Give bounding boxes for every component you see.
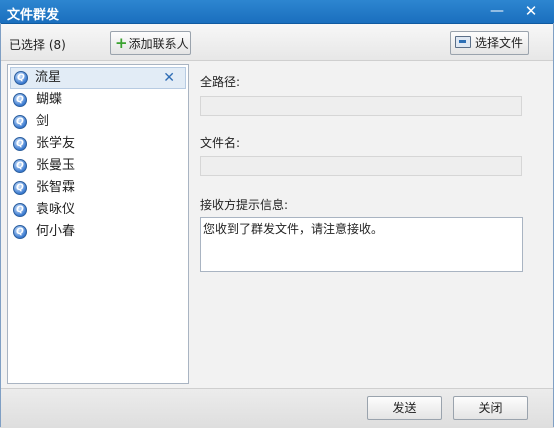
close-window-button[interactable]: ✕ (516, 0, 546, 22)
window-title: 文件群发 (7, 8, 60, 23)
receiver-hint-label: 接收方提示信息: (200, 198, 289, 212)
footer: 发送 关闭 (0, 388, 554, 428)
contact-name: 张智霖 (36, 180, 76, 195)
contact-name: 张学友 (36, 136, 76, 151)
send-button[interactable]: 发送 (367, 396, 442, 420)
add-contact-label: 添加联系人 (128, 37, 189, 51)
file-name-label: 文件名: (200, 136, 241, 150)
minimize-button[interactable]: — (482, 0, 512, 22)
qq-icon: Q (13, 181, 27, 195)
list-item[interactable]: Q 张学友 (8, 133, 188, 155)
receiver-hint-textarea[interactable]: 您收到了群发文件，请注意接收。 (200, 217, 523, 272)
qq-icon: Q (13, 203, 27, 217)
qq-icon: Q (13, 159, 27, 173)
list-item[interactable]: Q 袁咏仪 (8, 199, 188, 221)
contact-name: 蝴蝶 (36, 92, 63, 107)
qq-icon: Q (13, 137, 27, 151)
close-button[interactable]: 关闭 (453, 396, 528, 420)
qq-icon: Q (14, 71, 28, 85)
contact-name: 袁咏仪 (36, 202, 76, 217)
contact-list[interactable]: Q 流星 ✕ Q 蝴蝶 Q 剑 Q 张学友 Q 张曼玉 Q 张智霖 Q 袁咏仪 (7, 64, 189, 384)
qq-icon: Q (13, 115, 27, 129)
selected-count: 已选择 (8) (9, 38, 66, 52)
file-icon (455, 36, 471, 48)
qq-icon: Q (13, 225, 27, 239)
select-file-button[interactable]: 选择文件 (450, 31, 529, 55)
contact-name: 何小春 (36, 224, 76, 239)
plus-icon: + (115, 34, 128, 52)
close-icon[interactable]: ✕ (163, 68, 175, 88)
list-item[interactable]: Q 剑 (8, 111, 188, 133)
list-item[interactable]: Q 何小春 (8, 221, 188, 243)
list-item[interactable]: Q 蝴蝶 (8, 89, 188, 111)
file-name-field (200, 156, 522, 176)
toolbar: 已选择 (8) +添加联系人 选择文件 (0, 24, 554, 61)
qq-icon: Q (13, 93, 27, 107)
list-item[interactable]: Q 张曼玉 (8, 155, 188, 177)
add-contact-button[interactable]: +添加联系人 (110, 31, 191, 55)
file-broadcast-window: 文件群发 — ✕ 已选择 (8) +添加联系人 选择文件 Q 流星 ✕ Q 蝴蝶… (0, 0, 554, 428)
contact-name: 流星 (35, 70, 62, 85)
select-file-label: 选择文件 (475, 36, 524, 50)
contact-name: 剑 (36, 114, 50, 129)
full-path-field (200, 96, 522, 116)
full-path-label: 全路径: (200, 75, 241, 89)
list-item[interactable]: Q 张智霖 (8, 177, 188, 199)
contact-name: 张曼玉 (36, 158, 76, 173)
list-item[interactable]: Q 流星 ✕ (10, 67, 186, 89)
title-bar[interactable]: 文件群发 — ✕ (0, 0, 554, 24)
